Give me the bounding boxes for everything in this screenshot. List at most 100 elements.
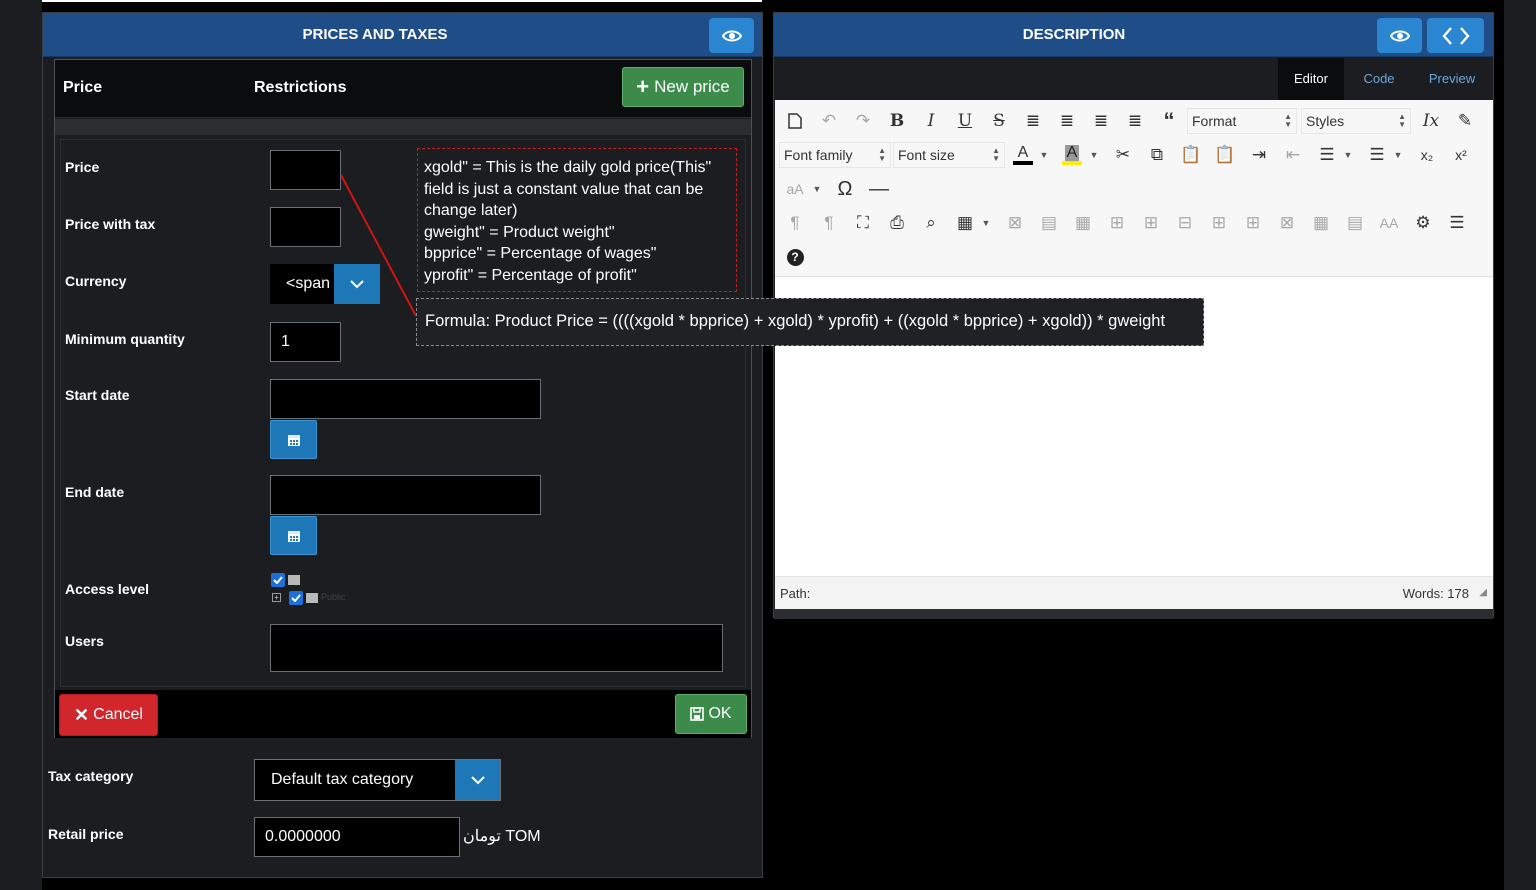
variable-gweight: gweight" = Product weight" bbox=[424, 223, 615, 241]
users-input[interactable] bbox=[270, 624, 723, 672]
font-size-select[interactable]: Font size ▲ ▼ bbox=[893, 142, 1005, 168]
align-right-icon[interactable]: ≣ bbox=[1122, 108, 1148, 134]
insert-column-after-icon[interactable]: ⊞ bbox=[1240, 210, 1266, 236]
end-date-calendar-button[interactable] bbox=[270, 516, 317, 555]
access-level-label: Access level bbox=[65, 581, 150, 597]
align-left-icon[interactable]: ≣ bbox=[1088, 108, 1114, 134]
delete-table-icon[interactable]: ⊠ bbox=[1002, 210, 1028, 236]
numbered-list-icon[interactable]: ☰ bbox=[1314, 142, 1340, 168]
format-select[interactable]: Format ▲ ▼ bbox=[1187, 108, 1297, 134]
bold-icon[interactable]: B bbox=[884, 108, 910, 134]
annotation-arrow bbox=[340, 174, 417, 317]
paste-text-icon[interactable]: 📋 bbox=[1212, 142, 1238, 168]
undo-icon[interactable]: ↶ bbox=[816, 108, 842, 134]
prices-panel-title: PRICES AND TAXES bbox=[302, 26, 448, 43]
access-public-label: Public bbox=[321, 592, 346, 602]
outdent-icon[interactable]: ⇤ bbox=[1280, 142, 1306, 168]
start-date-calendar-button[interactable] bbox=[270, 420, 317, 459]
horizontal-rule-icon[interactable]: — bbox=[866, 176, 892, 202]
price-with-tax-input[interactable] bbox=[270, 207, 341, 247]
chevron-down-icon[interactable]: ▼ bbox=[1393, 142, 1403, 168]
special-character-icon[interactable]: Ω bbox=[832, 176, 858, 202]
cut-icon[interactable]: ✂ bbox=[1110, 142, 1136, 168]
delete-column-icon[interactable]: ⊠ bbox=[1274, 210, 1300, 236]
delete-row-icon[interactable]: ⊟ bbox=[1172, 210, 1198, 236]
redo-icon[interactable]: ↷ bbox=[850, 108, 876, 134]
help-icon[interactable]: ? bbox=[782, 244, 808, 270]
ok-button[interactable]: OK bbox=[675, 694, 747, 734]
minimum-quantity-input[interactable]: 1 bbox=[270, 322, 341, 362]
table-row-props-icon[interactable]: ▤ bbox=[1036, 210, 1062, 236]
insert-row-after-icon[interactable]: ⊞ bbox=[1138, 210, 1164, 236]
align-center-icon[interactable]: ≣ bbox=[1054, 108, 1080, 134]
font-case-icon[interactable]: AA bbox=[1376, 210, 1402, 236]
access-root-checkbox[interactable] bbox=[271, 573, 285, 587]
chevron-down-icon[interactable]: ▼ bbox=[981, 210, 991, 236]
split-cells-icon[interactable]: ▦ bbox=[1308, 210, 1334, 236]
indent-icon[interactable]: ⇥ bbox=[1246, 142, 1272, 168]
eye-icon bbox=[1389, 30, 1410, 41]
chevron-down-icon[interactable]: ▼ bbox=[1343, 142, 1353, 168]
underline-icon[interactable]: U bbox=[952, 108, 978, 134]
resize-handle-icon[interactable]: ◢ bbox=[1479, 587, 1487, 598]
copy-icon[interactable]: ⧉ bbox=[1144, 142, 1170, 168]
font-family-select[interactable]: Font family ▲ ▼ bbox=[779, 142, 891, 168]
price-input[interactable] bbox=[270, 150, 341, 190]
start-date-input[interactable] bbox=[270, 379, 541, 419]
word-count: Words: 178 bbox=[1402, 586, 1469, 601]
italic-icon[interactable]: I bbox=[918, 108, 944, 134]
code-view-button[interactable] bbox=[1427, 18, 1484, 53]
text-color-icon[interactable]: A bbox=[1010, 142, 1036, 168]
new-document-icon[interactable] bbox=[782, 108, 808, 134]
access-public-checkbox[interactable] bbox=[289, 591, 303, 605]
currency-label: Currency bbox=[65, 273, 127, 289]
justify-icon[interactable]: ≣ bbox=[1020, 108, 1046, 134]
cancel-button[interactable]: ✕ Cancel bbox=[59, 694, 158, 736]
ltr-icon[interactable]: ¶ bbox=[782, 210, 808, 236]
blockquote-icon[interactable]: “ bbox=[1156, 108, 1182, 134]
tax-category-select[interactable]: Default tax category bbox=[254, 759, 501, 801]
subscript-icon[interactable]: x₂ bbox=[1414, 142, 1440, 168]
insert-column-before-icon[interactable]: ⊞ bbox=[1206, 210, 1232, 236]
tab-code[interactable]: Code bbox=[1348, 58, 1410, 100]
table-icon[interactable]: ▦ bbox=[952, 210, 978, 236]
search-icon[interactable]: ⌕ bbox=[918, 210, 944, 236]
form-actions: ✕ Cancel OK bbox=[55, 690, 751, 738]
gear-icon[interactable]: ⚙ bbox=[1410, 210, 1436, 236]
new-price-button[interactable]: + New price bbox=[622, 67, 744, 107]
tab-price[interactable]: Price bbox=[63, 60, 102, 116]
expand-icon[interactable]: + bbox=[272, 593, 281, 602]
calendar-icon bbox=[287, 434, 300, 446]
background-color-icon[interactable]: A bbox=[1059, 142, 1085, 168]
print-icon[interactable]: ⎙ bbox=[884, 210, 910, 236]
chevron-down-icon[interactable]: ▼ bbox=[1039, 142, 1049, 168]
tab-preview[interactable]: Preview bbox=[1414, 58, 1490, 100]
insert-row-before-icon[interactable]: ⊞ bbox=[1104, 210, 1130, 236]
top-divider bbox=[42, 0, 762, 2]
tab-restrictions[interactable]: Restrictions bbox=[254, 60, 346, 116]
chevron-down-icon[interactable]: ▼ bbox=[812, 176, 822, 202]
toggle-visibility-button[interactable] bbox=[1377, 18, 1422, 53]
end-date-input[interactable] bbox=[270, 475, 541, 515]
chevron-down-icon[interactable] bbox=[455, 760, 500, 800]
tab-editor[interactable]: Editor bbox=[1278, 58, 1344, 100]
paint-brush-icon[interactable]: ✎ bbox=[1452, 108, 1478, 134]
merge-cells-icon[interactable]: ▤ bbox=[1342, 210, 1368, 236]
change-case-icon[interactable]: aA bbox=[782, 176, 808, 202]
paste-icon[interactable]: 📋 bbox=[1178, 142, 1204, 168]
line-height-icon[interactable]: ☰ bbox=[1444, 210, 1470, 236]
chevron-down-icon[interactable]: ▼ bbox=[1089, 142, 1099, 168]
retail-price-input[interactable]: 0.0000000 bbox=[254, 817, 460, 857]
bullet-list-icon[interactable]: ☰ bbox=[1364, 142, 1390, 168]
strikethrough-icon[interactable]: S bbox=[986, 108, 1012, 134]
superscript-icon[interactable]: x² bbox=[1448, 142, 1474, 168]
table-cell-props-icon[interactable]: ▦ bbox=[1070, 210, 1096, 236]
tabs-divider bbox=[55, 119, 751, 135]
clear-formatting-icon[interactable]: Ix bbox=[1418, 108, 1444, 134]
fullscreen-icon[interactable]: ⛶ bbox=[850, 210, 876, 236]
toggle-visibility-button[interactable] bbox=[709, 18, 754, 53]
rtl-icon[interactable]: ¶ bbox=[816, 210, 842, 236]
cancel-label: Cancel bbox=[93, 706, 143, 723]
styles-select[interactable]: Styles ▲ ▼ bbox=[1301, 108, 1411, 134]
formula-note: Formula: Product Price = ((((xgold * bpp… bbox=[416, 298, 1204, 346]
